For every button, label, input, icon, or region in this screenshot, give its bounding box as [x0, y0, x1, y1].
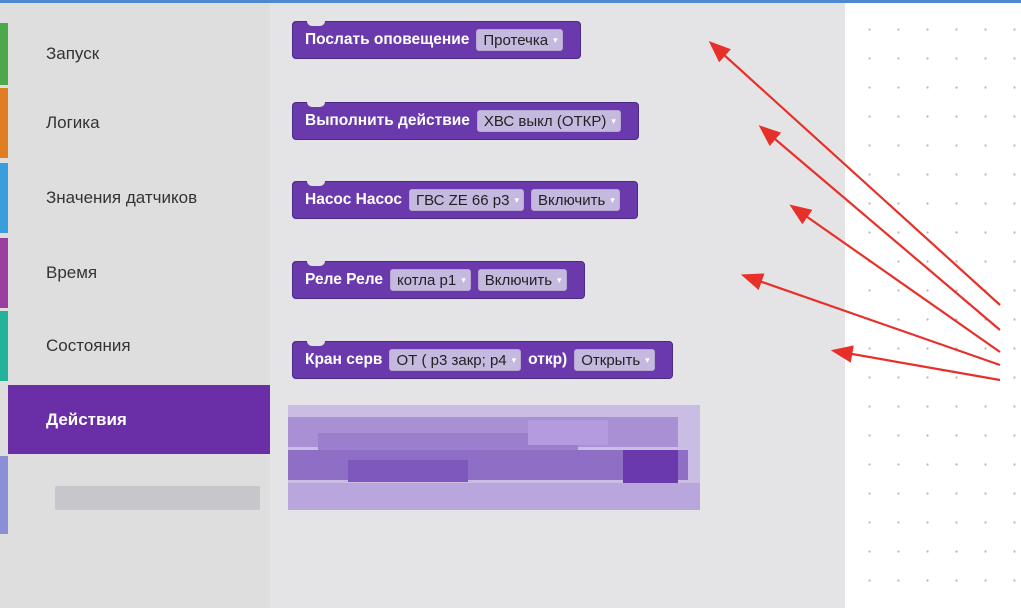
- category-label: Запуск: [46, 44, 100, 63]
- block-notch: [307, 21, 325, 26]
- category-redacted[interactable]: [0, 456, 290, 534]
- dropdown-arrow-icon: ▾: [461, 274, 466, 285]
- dropdown-arrow-icon: ▾: [511, 354, 517, 365]
- block-send-notification[interactable]: Послать оповещение Протечка ▾: [292, 21, 581, 59]
- valve-device-dropdown[interactable]: ОТ ( p3 закр; p4 ▾: [389, 349, 522, 371]
- category-logic[interactable]: Логика: [0, 88, 290, 158]
- block-text: откр): [528, 351, 568, 368]
- dropdown-arrow-icon: ▾: [610, 194, 615, 205]
- block-pump[interactable]: Насос Насос ГВС ZE 66 p3 ▾ Включить ▾: [292, 181, 638, 219]
- pump-state-dropdown[interactable]: Включить ▾: [531, 189, 620, 211]
- category-label: Действия: [46, 409, 127, 429]
- dropdown-arrow-icon: ▾: [553, 34, 558, 45]
- block-text: Выполнить действие: [305, 112, 470, 129]
- category-launch[interactable]: Запуск: [0, 23, 290, 85]
- category-label: Значения датчиков: [46, 188, 198, 207]
- dropdown-arrow-icon: ▾: [645, 354, 650, 365]
- relay-device-dropdown[interactable]: котла p1 ▾: [389, 269, 471, 291]
- notification-dropdown[interactable]: Протечка ▾: [476, 29, 563, 51]
- blocks-workspace[interactable]: [845, 3, 1021, 608]
- redacted-label: [55, 486, 260, 510]
- category-actions[interactable]: Действия: [8, 385, 270, 454]
- dropdown-value: Открыть: [581, 351, 641, 369]
- block-execute-action[interactable]: Выполнить действие ХВС выкл (ОТКР) ▾: [292, 102, 639, 140]
- dropdown-value: Включить: [538, 191, 606, 209]
- dropdown-value: ХВС выкл (ОТКР): [483, 112, 607, 130]
- dropdown-value: Включить: [484, 271, 553, 289]
- dropdown-value: котла p1: [396, 271, 457, 289]
- category-toolbox: Запуск Логика Значения датчиков Время Со…: [0, 3, 290, 608]
- block-flyout: Послать оповещение Протечка ▾ Выполнить …: [270, 3, 845, 608]
- block-text: Реле Реле: [305, 271, 383, 288]
- block-notch: [307, 261, 325, 266]
- block-text: Послать оповещение: [305, 31, 470, 48]
- category-color-stripe: [0, 88, 8, 158]
- category-color-stripe: [0, 456, 8, 534]
- category-color-stripe: [0, 23, 8, 85]
- dropdown-arrow-icon: ▾: [557, 274, 562, 285]
- category-label: Состояния: [46, 336, 131, 355]
- valve-state-dropdown[interactable]: Открыть ▾: [574, 349, 655, 371]
- category-color-stripe: [0, 238, 8, 308]
- action-dropdown[interactable]: ХВС выкл (ОТКР) ▾: [476, 110, 621, 132]
- category-label: Логика: [46, 113, 100, 132]
- dropdown-value: ОТ ( p3 закр; p4: [396, 351, 507, 369]
- block-text: Кран серв: [305, 351, 383, 368]
- category-color-stripe: [0, 311, 8, 381]
- dropdown-value: Протечка: [483, 31, 549, 49]
- pump-device-dropdown[interactable]: ГВС ZE 66 p3 ▾: [408, 189, 524, 211]
- block-notch: [307, 181, 325, 186]
- block-notch: [307, 102, 325, 107]
- category-time[interactable]: Время: [0, 238, 290, 308]
- block-text: Насос Насос: [305, 191, 402, 208]
- block-valve-servo[interactable]: Кран серв ОТ ( p3 закр; p4 ▾ откр) Откры…: [292, 341, 673, 379]
- relay-state-dropdown[interactable]: Включить ▾: [477, 269, 567, 291]
- redacted-block: [288, 405, 700, 510]
- category-label: Время: [46, 263, 98, 282]
- category-states[interactable]: Состояния: [0, 311, 290, 381]
- block-notch: [307, 341, 325, 346]
- dropdown-arrow-icon: ▾: [514, 194, 519, 205]
- dropdown-arrow-icon: ▾: [611, 115, 616, 126]
- category-sensor-values[interactable]: Значения датчиков: [0, 163, 290, 233]
- category-color-stripe: [0, 163, 8, 233]
- dropdown-value: ГВС ZE 66 p3: [415, 191, 510, 209]
- block-relay[interactable]: Реле Реле котла p1 ▾ Включить ▾: [292, 261, 585, 299]
